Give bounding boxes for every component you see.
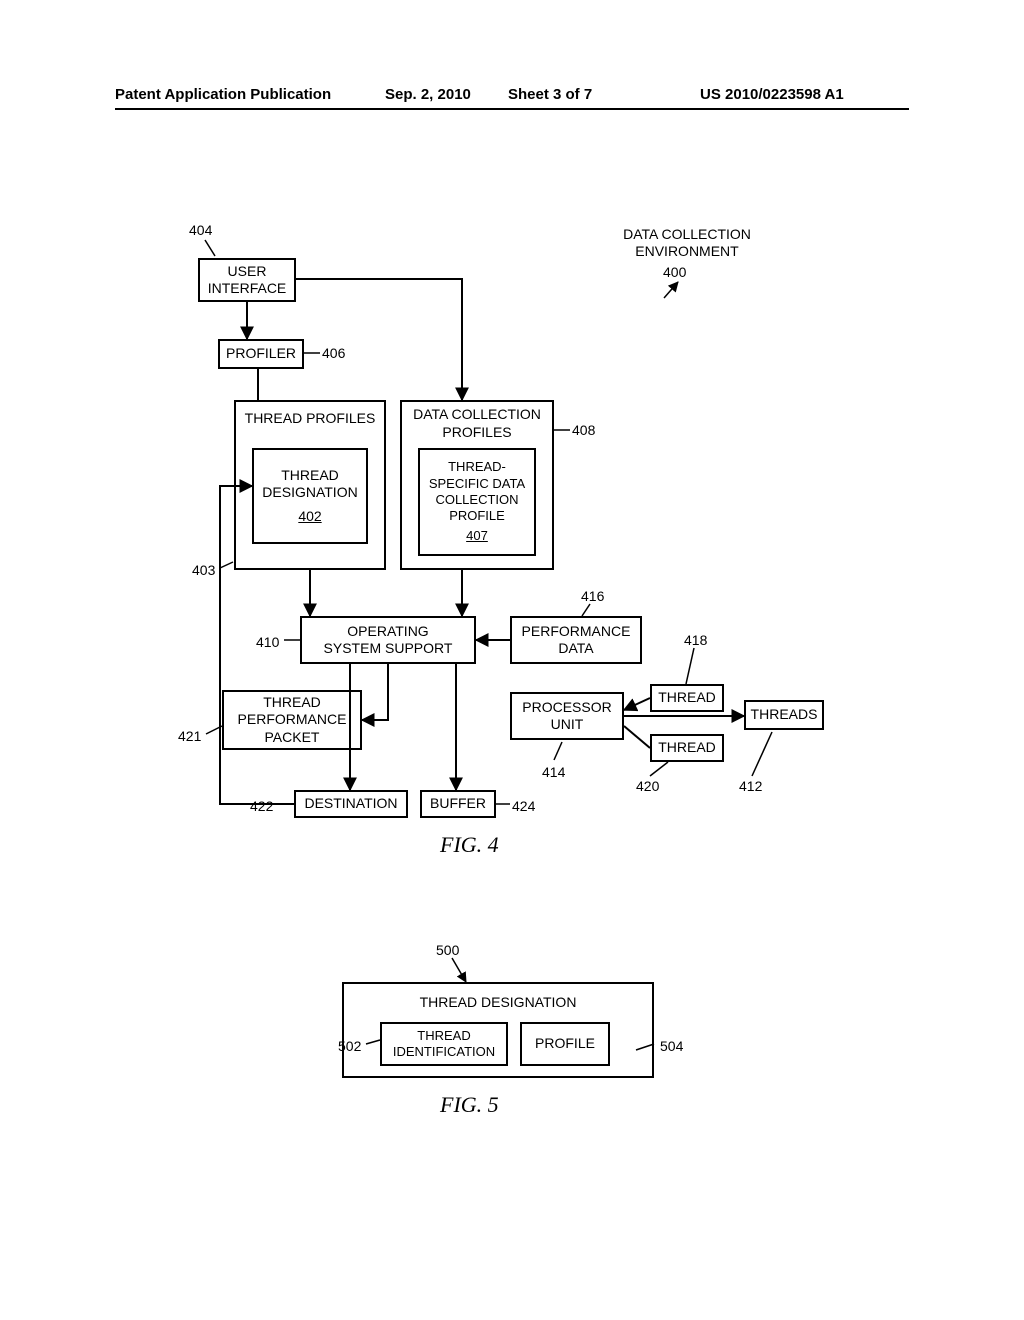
ref-414: 414	[542, 764, 565, 781]
fig5-caption: FIG. 5	[440, 1092, 499, 1118]
fig5-title: THREAD DESIGNATION	[420, 994, 577, 1012]
ref-424: 424	[512, 798, 535, 815]
header-rule	[115, 108, 909, 110]
ref-400: 400	[663, 264, 686, 281]
oss-box: OPERATING SYSTEM SUPPORT	[300, 616, 476, 664]
header-pubno: US 2010/0223598 A1	[700, 86, 844, 103]
perf-data-box: PERFORMANCE DATA	[510, 616, 642, 664]
ref-402: 402	[298, 508, 321, 526]
ref-406: 406	[322, 345, 345, 362]
dcp-label: DATA COLLECTION PROFILES	[413, 406, 541, 441]
page: Patent Application Publication Sep. 2, 2…	[0, 0, 1024, 1320]
thread-418-box: THREAD	[650, 684, 724, 712]
fig4-caption: FIG. 4	[440, 832, 499, 858]
processor-unit-box: PROCESSOR UNIT	[510, 692, 624, 740]
header-sheet: Sheet 3 of 7	[508, 86, 592, 103]
ref-412: 412	[739, 778, 762, 795]
profile-box: PROFILE	[520, 1022, 610, 1066]
thread-id-box: THREAD IDENTIFICATION	[380, 1022, 508, 1066]
ref-504: 504	[660, 1038, 683, 1055]
threads-box: THREADS	[744, 700, 824, 730]
ref-500: 500	[436, 942, 459, 959]
ref-410: 410	[256, 634, 279, 651]
ref-403: 403	[192, 562, 215, 579]
thread-420-box: THREAD	[650, 734, 724, 762]
ref-404: 404	[189, 222, 212, 239]
tsdcp-label: THREAD- SPECIFIC DATA COLLECTION PROFILE	[429, 459, 525, 524]
thread-designation-box: THREAD DESIGNATION 402	[252, 448, 368, 544]
thread-designation-label: THREAD DESIGNATION	[262, 467, 357, 502]
ref-502: 502	[338, 1038, 361, 1055]
header-publication: Patent Application Publication	[115, 86, 331, 103]
ref-422: 422	[250, 798, 273, 815]
ref-421: 421	[178, 728, 201, 745]
profiler-box: PROFILER	[218, 339, 304, 369]
ref-416: 416	[581, 588, 604, 605]
ref-418: 418	[684, 632, 707, 649]
ref-408: 408	[572, 422, 595, 439]
user-interface-box: USER INTERFACE	[198, 258, 296, 302]
header-date: Sep. 2, 2010	[385, 86, 471, 103]
env-title: DATA COLLECTION ENVIRONMENT	[602, 226, 772, 260]
tsdcp-box: THREAD- SPECIFIC DATA COLLECTION PROFILE…	[418, 448, 536, 556]
destination-box: DESTINATION	[294, 790, 408, 818]
buffer-box: BUFFER	[420, 790, 496, 818]
ref-407: 407	[466, 528, 488, 544]
ref-420: 420	[636, 778, 659, 795]
page-header: Patent Application Publication Sep. 2, 2…	[0, 86, 1024, 110]
thread-profiles-label: THREAD PROFILES	[245, 410, 376, 428]
tpp-box: THREAD PERFORMANCE PACKET	[222, 690, 362, 750]
